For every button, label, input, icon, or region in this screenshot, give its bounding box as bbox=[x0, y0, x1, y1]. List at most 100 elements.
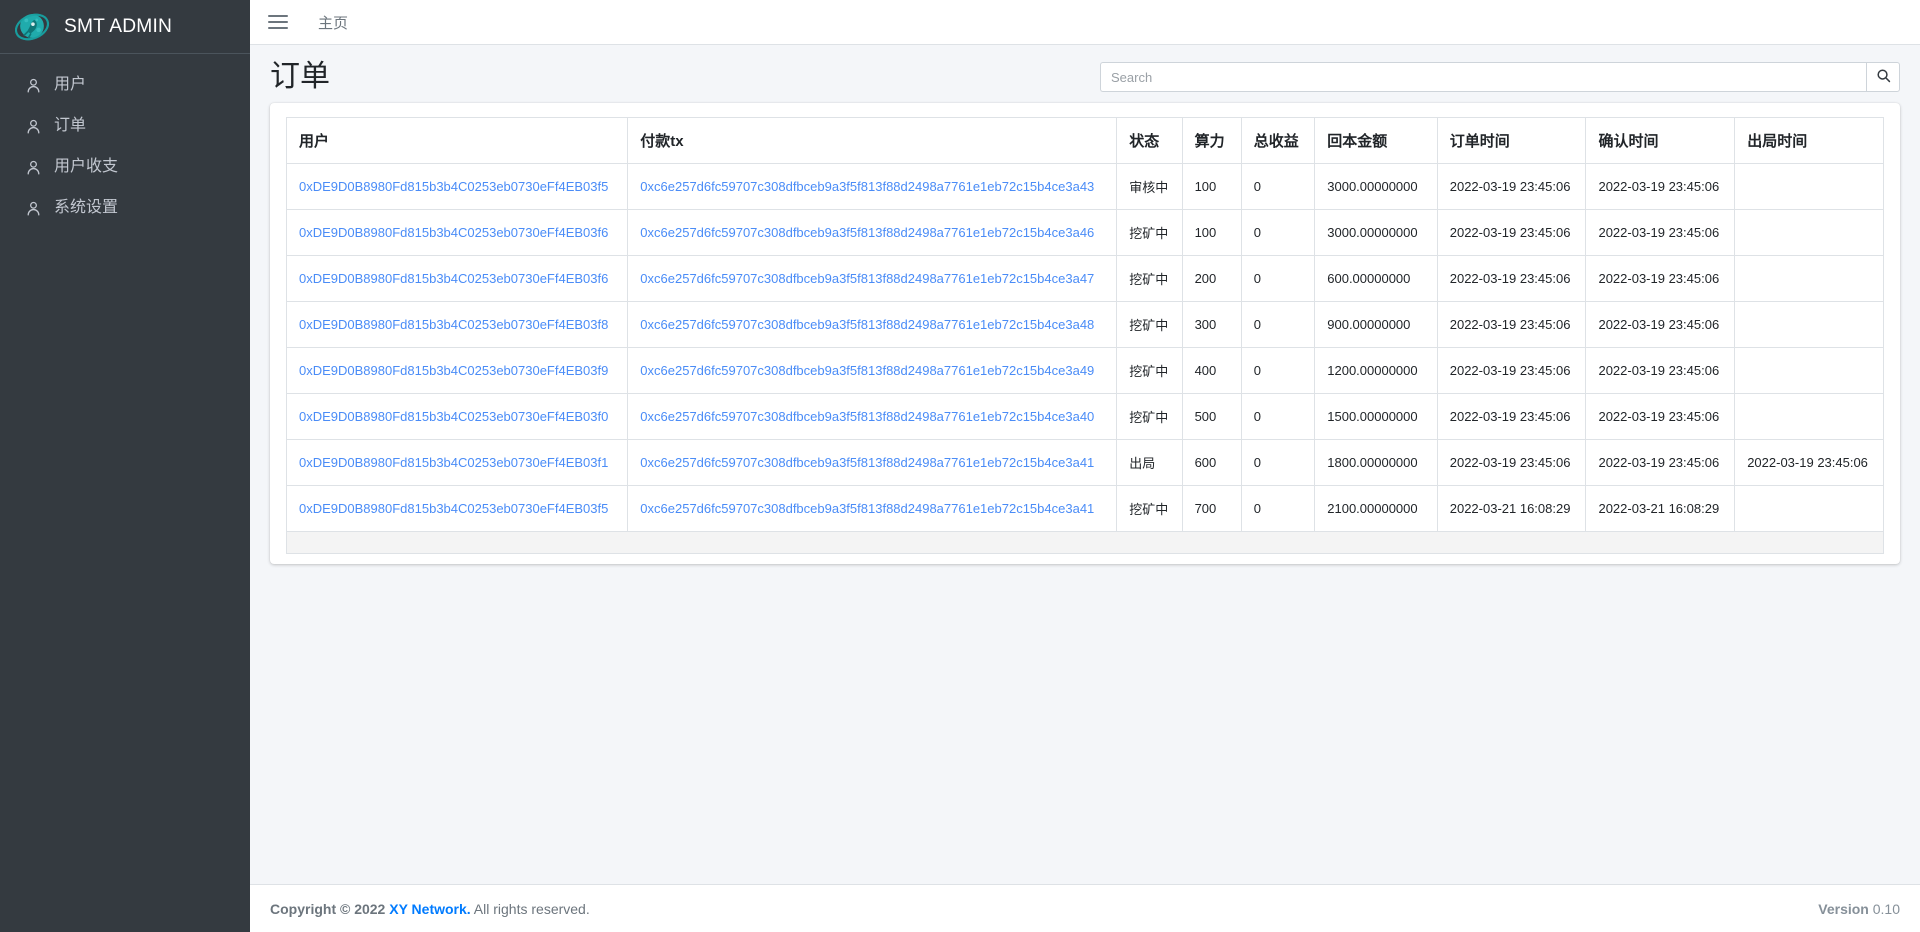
cell-confirm-time: 2022-03-19 23:45:06 bbox=[1586, 302, 1735, 348]
cell-user[interactable]: 0xDE9D0B8980Fd815b3b4C0253eb0730eFf4EB03… bbox=[287, 348, 628, 394]
column-header-payment-tx: 付款tx bbox=[628, 118, 1117, 164]
cell-user-link[interactable]: 0xDE9D0B8980Fd815b3b4C0253eb0730eFf4EB03… bbox=[299, 317, 608, 332]
cell-user-link[interactable]: 0xDE9D0B8980Fd815b3b4C0253eb0730eFf4EB03… bbox=[299, 363, 608, 378]
cell-status: 审核中 bbox=[1117, 164, 1182, 210]
cell-payment-tx-link[interactable]: 0xc6e257d6fc59707c308dfbceb9a3f5f813f88d… bbox=[640, 363, 1094, 378]
cell-status: 挖矿中 bbox=[1117, 486, 1182, 532]
topbar: 主页 bbox=[250, 0, 1920, 45]
cell-payment-tx[interactable]: 0xc6e257d6fc59707c308dfbceb9a3f5f813f88d… bbox=[628, 348, 1117, 394]
cell-payback-amount: 3000.00000000 bbox=[1315, 210, 1437, 256]
cell-order-time: 2022-03-19 23:45:06 bbox=[1437, 256, 1586, 302]
search-button[interactable] bbox=[1866, 62, 1900, 92]
cell-user-link[interactable]: 0xDE9D0B8980Fd815b3b4C0253eb0730eFf4EB03… bbox=[299, 179, 608, 194]
search-icon bbox=[1876, 68, 1891, 86]
column-header-user: 用户 bbox=[287, 118, 628, 164]
cell-order-time: 2022-03-19 23:45:06 bbox=[1437, 440, 1586, 486]
cell-user[interactable]: 0xDE9D0B8980Fd815b3b4C0253eb0730eFf4EB03… bbox=[287, 394, 628, 440]
page-footer: Copyright © 2022 XY Network. All rights … bbox=[250, 884, 1920, 932]
user-icon bbox=[22, 115, 44, 137]
sidebar-item-label: 用户收支 bbox=[54, 155, 118, 179]
cell-order-time: 2022-03-19 23:45:06 bbox=[1437, 210, 1586, 256]
column-header-payback-amount: 回本金额 bbox=[1315, 118, 1437, 164]
cell-confirm-time: 2022-03-19 23:45:06 bbox=[1586, 164, 1735, 210]
footer-version-label: Version bbox=[1818, 901, 1869, 917]
cell-payment-tx-link[interactable]: 0xc6e257d6fc59707c308dfbceb9a3f5f813f88d… bbox=[640, 317, 1094, 332]
cell-payment-tx[interactable]: 0xc6e257d6fc59707c308dfbceb9a3f5f813f88d… bbox=[628, 302, 1117, 348]
cell-payback-amount: 1800.00000000 bbox=[1315, 440, 1437, 486]
cell-order-time: 2022-03-21 16:08:29 bbox=[1437, 486, 1586, 532]
cell-user-link[interactable]: 0xDE9D0B8980Fd815b3b4C0253eb0730eFf4EB03… bbox=[299, 501, 608, 516]
cell-payback-amount: 1200.00000000 bbox=[1315, 348, 1437, 394]
sidebar-item-label: 用户 bbox=[54, 73, 86, 97]
hamburger-bar bbox=[268, 27, 288, 29]
cell-payment-tx-link[interactable]: 0xc6e257d6fc59707c308dfbceb9a3f5f813f88d… bbox=[640, 409, 1094, 424]
cell-total-income: 0 bbox=[1241, 394, 1314, 440]
cell-user-link[interactable]: 0xDE9D0B8980Fd815b3b4C0253eb0730eFf4EB03… bbox=[299, 225, 608, 240]
column-header-total-income: 总收益 bbox=[1241, 118, 1314, 164]
cell-payment-tx[interactable]: 0xc6e257d6fc59707c308dfbceb9a3f5f813f88d… bbox=[628, 256, 1117, 302]
cell-exit-time bbox=[1735, 164, 1884, 210]
footer-version-value: 0.10 bbox=[1873, 901, 1900, 917]
cell-order-time: 2022-03-19 23:45:06 bbox=[1437, 348, 1586, 394]
hamburger-icon[interactable] bbox=[266, 9, 292, 35]
cell-hashpower: 700 bbox=[1182, 486, 1241, 532]
cell-payback-amount: 1500.00000000 bbox=[1315, 394, 1437, 440]
cell-hashpower: 600 bbox=[1182, 440, 1241, 486]
table-row: 0xDE9D0B8980Fd815b3b4C0253eb0730eFf4EB03… bbox=[287, 256, 1884, 302]
footer-company-link[interactable]: XY Network. bbox=[389, 901, 470, 917]
cell-user[interactable]: 0xDE9D0B8980Fd815b3b4C0253eb0730eFf4EB03… bbox=[287, 302, 628, 348]
cell-payment-tx[interactable]: 0xc6e257d6fc59707c308dfbceb9a3f5f813f88d… bbox=[628, 440, 1117, 486]
hamburger-bar bbox=[268, 21, 288, 23]
cell-payback-amount: 2100.00000000 bbox=[1315, 486, 1437, 532]
cell-hashpower: 300 bbox=[1182, 302, 1241, 348]
cell-payment-tx-link[interactable]: 0xc6e257d6fc59707c308dfbceb9a3f5f813f88d… bbox=[640, 179, 1094, 194]
cell-status: 挖矿中 bbox=[1117, 394, 1182, 440]
table-row: 0xDE9D0B8980Fd815b3b4C0253eb0730eFf4EB03… bbox=[287, 440, 1884, 486]
cell-confirm-time: 2022-03-19 23:45:06 bbox=[1586, 256, 1735, 302]
footer-copyright: Copyright © 2022 XY Network. All rights … bbox=[270, 901, 590, 917]
page-title: 订单 bbox=[270, 59, 330, 95]
cell-payment-tx[interactable]: 0xc6e257d6fc59707c308dfbceb9a3f5f813f88d… bbox=[628, 394, 1117, 440]
cell-user[interactable]: 0xDE9D0B8980Fd815b3b4C0253eb0730eFf4EB03… bbox=[287, 164, 628, 210]
cell-exit-time bbox=[1735, 394, 1884, 440]
cell-user[interactable]: 0xDE9D0B8980Fd815b3b4C0253eb0730eFf4EB03… bbox=[287, 210, 628, 256]
cell-payback-amount: 900.00000000 bbox=[1315, 302, 1437, 348]
cell-payment-tx[interactable]: 0xc6e257d6fc59707c308dfbceb9a3f5f813f88d… bbox=[628, 210, 1117, 256]
cell-exit-time bbox=[1735, 256, 1884, 302]
cell-total-income: 0 bbox=[1241, 210, 1314, 256]
cell-user[interactable]: 0xDE9D0B8980Fd815b3b4C0253eb0730eFf4EB03… bbox=[287, 440, 628, 486]
search-input[interactable] bbox=[1100, 62, 1866, 92]
sidebar-item-orders[interactable]: 订单 bbox=[8, 106, 242, 146]
cell-confirm-time: 2022-03-21 16:08:29 bbox=[1586, 486, 1735, 532]
cell-user-link[interactable]: 0xDE9D0B8980Fd815b3b4C0253eb0730eFf4EB03… bbox=[299, 455, 608, 470]
table-row: 0xDE9D0B8980Fd815b3b4C0253eb0730eFf4EB03… bbox=[287, 486, 1884, 532]
sidebar-nav: 用户 订单 用户收支 bbox=[0, 54, 250, 229]
cell-user[interactable]: 0xDE9D0B8980Fd815b3b4C0253eb0730eFf4EB03… bbox=[287, 256, 628, 302]
cell-payment-tx-link[interactable]: 0xc6e257d6fc59707c308dfbceb9a3f5f813f88d… bbox=[640, 501, 1094, 516]
table-body: 0xDE9D0B8980Fd815b3b4C0253eb0730eFf4EB03… bbox=[287, 164, 1884, 532]
sidebar-item-users[interactable]: 用户 bbox=[8, 65, 242, 105]
cell-total-income: 0 bbox=[1241, 256, 1314, 302]
cell-status: 挖矿中 bbox=[1117, 348, 1182, 394]
cell-payment-tx[interactable]: 0xc6e257d6fc59707c308dfbceb9a3f5f813f88d… bbox=[628, 164, 1117, 210]
cell-order-time: 2022-03-19 23:45:06 bbox=[1437, 164, 1586, 210]
cell-payment-tx-link[interactable]: 0xc6e257d6fc59707c308dfbceb9a3f5f813f88d… bbox=[640, 455, 1094, 470]
brand-header[interactable]: SMT ADMIN bbox=[0, 0, 250, 54]
table-row: 0xDE9D0B8980Fd815b3b4C0253eb0730eFf4EB03… bbox=[287, 164, 1884, 210]
sidebar-item-system-settings[interactable]: 系统设置 bbox=[8, 188, 242, 228]
cell-payment-tx-link[interactable]: 0xc6e257d6fc59707c308dfbceb9a3f5f813f88d… bbox=[640, 225, 1094, 240]
column-header-hashpower: 算力 bbox=[1182, 118, 1241, 164]
nav-link-home[interactable]: 主页 bbox=[318, 12, 348, 33]
cell-user-link[interactable]: 0xDE9D0B8980Fd815b3b4C0253eb0730eFf4EB03… bbox=[299, 409, 608, 424]
cell-user[interactable]: 0xDE9D0B8980Fd815b3b4C0253eb0730eFf4EB03… bbox=[287, 486, 628, 532]
cell-total-income: 0 bbox=[1241, 348, 1314, 394]
cell-payment-tx-link[interactable]: 0xc6e257d6fc59707c308dfbceb9a3f5f813f88d… bbox=[640, 271, 1094, 286]
cell-total-income: 0 bbox=[1241, 486, 1314, 532]
table-footer-strip bbox=[286, 532, 1884, 554]
cell-payment-tx[interactable]: 0xc6e257d6fc59707c308dfbceb9a3f5f813f88d… bbox=[628, 486, 1117, 532]
cell-order-time: 2022-03-19 23:45:06 bbox=[1437, 394, 1586, 440]
table-row: 0xDE9D0B8980Fd815b3b4C0253eb0730eFf4EB03… bbox=[287, 210, 1884, 256]
sidebar-item-user-transactions[interactable]: 用户收支 bbox=[8, 147, 242, 187]
cell-confirm-time: 2022-03-19 23:45:06 bbox=[1586, 210, 1735, 256]
cell-user-link[interactable]: 0xDE9D0B8980Fd815b3b4C0253eb0730eFf4EB03… bbox=[299, 271, 608, 286]
